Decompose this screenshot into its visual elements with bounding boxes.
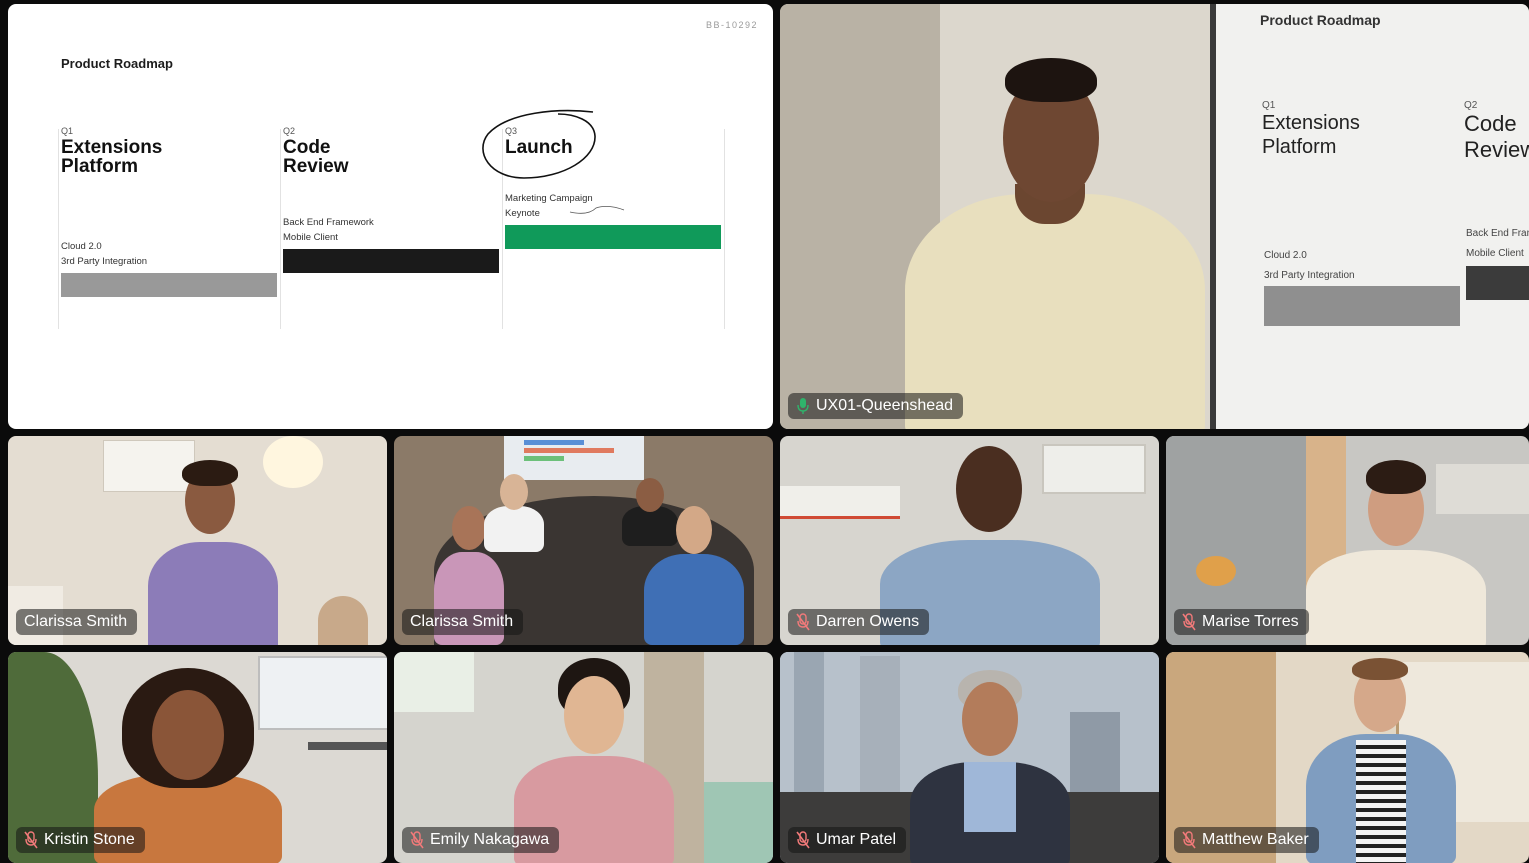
- participant-name: Kristin Stone: [44, 831, 135, 848]
- fruit-bowl: [1196, 556, 1236, 586]
- mic-muted-icon: [410, 831, 424, 849]
- timeline-bar-q3: [505, 225, 721, 249]
- participant-name: Umar Patel: [816, 831, 897, 848]
- participant-name-tag: Marise Torres: [1174, 609, 1309, 635]
- column-divider: [280, 129, 281, 329]
- participant-person: [890, 658, 1090, 863]
- roadmap-column-q2: Q2 Code Review: [283, 126, 499, 176]
- milestone-items: Cloud 2.0 3rd Party Integration: [1264, 246, 1355, 286]
- participant-person: [1296, 450, 1496, 645]
- participant-name-tag: Matthew Baker: [1174, 827, 1319, 853]
- participant-name-tag: Clarissa Smith: [16, 609, 138, 635]
- timeline-bar-q2: [283, 249, 499, 273]
- timeline-bar-q1: [61, 273, 277, 297]
- mic-muted-icon: [1182, 613, 1196, 631]
- milestone-item: Back End Framework: [283, 217, 374, 228]
- participant-name: Darren Owens: [816, 613, 920, 630]
- timeline-bar-q1: [1264, 286, 1460, 326]
- quarter-label: Q1: [1262, 100, 1276, 111]
- video-tile-participant[interactable]: Kristin Stone: [8, 652, 387, 863]
- video-tile-participant[interactable]: Matthew Baker: [1166, 652, 1529, 863]
- milestone-items: Back End Framework Mobile Client: [283, 215, 374, 245]
- quarter-label: Q1: [61, 126, 74, 136]
- timeline-bar-q2: [1466, 266, 1529, 300]
- milestone-item: 3rd Party Integration: [1264, 270, 1355, 281]
- desk: [308, 742, 387, 750]
- milestone-title: Extensions Platform: [61, 137, 163, 177]
- mic-muted-icon: [1182, 831, 1196, 849]
- participant-name: Marise Torres: [1202, 613, 1299, 630]
- video-tile-presenter[interactable]: Product Roadmap Q1 Extensions Platform C…: [780, 4, 1529, 429]
- participant-name: UX01-Queenshead: [816, 397, 953, 414]
- participant-name-tag: Kristin Stone: [16, 827, 145, 853]
- column-divider: [58, 129, 59, 329]
- quarter-label: Q2: [1464, 100, 1478, 111]
- participant-name-tag: Umar Patel: [788, 827, 907, 853]
- participant-name: Matthew Baker: [1202, 831, 1309, 848]
- milestone-title: Code Review: [283, 137, 349, 177]
- participant-name-tag: UX01-Queenshead: [788, 393, 963, 419]
- board-column-q2: Q2 Code Review: [1464, 100, 1529, 163]
- annotation-scribble: [569, 206, 625, 214]
- slide-title: Product Roadmap: [61, 56, 173, 71]
- milestone-item: 3rd Party Integration: [61, 256, 148, 267]
- whiteboard: Product Roadmap Q1 Extensions Platform C…: [1210, 4, 1529, 429]
- mic-muted-icon: [796, 831, 810, 849]
- milestone-title: Extensions Platform: [1262, 112, 1360, 158]
- slide-id: BB-10292: [705, 20, 758, 30]
- video-tile-participant[interactable]: Marise Torres: [1166, 436, 1529, 645]
- window: [394, 652, 474, 712]
- milestone-item: Back End Fran: [1466, 228, 1529, 239]
- participant-name: Clarissa Smith: [24, 613, 128, 630]
- video-tile-participant[interactable]: Clarissa Smith: [8, 436, 387, 645]
- annotation-circle: [482, 109, 596, 179]
- participant-name-tag: Clarissa Smith: [402, 609, 524, 635]
- mic-on-icon: [797, 398, 809, 414]
- milestone-item: Cloud 2.0: [61, 241, 102, 252]
- video-tile-participant[interactable]: Emily Nakagawa: [394, 652, 773, 863]
- board-title: Product Roadmap: [1260, 12, 1381, 28]
- video-tile-participant[interactable]: Clarissa Smith: [394, 436, 773, 645]
- mic-muted-icon: [796, 613, 810, 631]
- participant-name: Clarissa Smith: [410, 613, 514, 630]
- milestone-item: Mobile Client: [1466, 248, 1524, 259]
- participant-name-tag: Emily Nakagawa: [402, 827, 560, 853]
- video-tile-participant[interactable]: Umar Patel: [780, 652, 1159, 863]
- shared-slide[interactable]: BB-10292 Product Roadmap Q1 Extensions P…: [8, 4, 773, 429]
- participant-name-tag: Darren Owens: [788, 609, 930, 635]
- participant-name: Emily Nakagawa: [430, 831, 550, 848]
- board-column-q1: Q1 Extensions Platform: [1262, 100, 1462, 159]
- column-divider: [724, 129, 725, 329]
- quarter-label: Q2: [283, 126, 296, 136]
- milestone-item: Mobile Client: [283, 232, 338, 243]
- presenter-person: [875, 34, 1255, 429]
- video-tile-participant[interactable]: Darren Owens: [780, 436, 1159, 645]
- milestone-items: Back End Fran Mobile Client: [1466, 224, 1529, 264]
- participant-person: [1296, 656, 1466, 863]
- roadmap-column-q1: Q1 Extensions Platform: [61, 126, 277, 176]
- milestone-item: Cloud 2.0: [1264, 250, 1307, 261]
- participant-person: [138, 450, 288, 645]
- side-table: [318, 596, 368, 645]
- mic-muted-icon: [24, 831, 38, 849]
- milestone-title: Code Review: [1464, 111, 1529, 162]
- participant-person: [484, 472, 544, 552]
- milestone-items: Cloud 2.0 3rd Party Integration: [61, 239, 147, 269]
- participant-person: [644, 502, 744, 645]
